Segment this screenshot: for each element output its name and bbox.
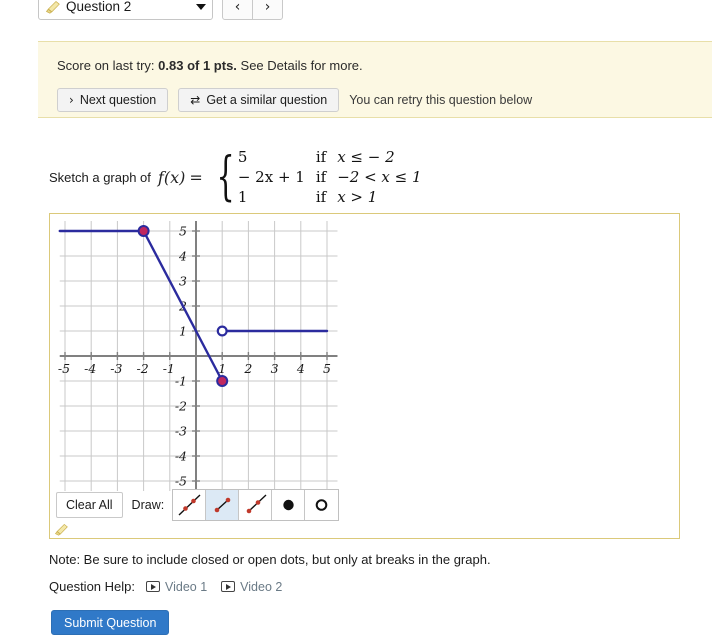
case-value-3: 1 (237, 188, 248, 206)
chevron-right-icon: › (69, 93, 74, 107)
score-suffix: See Details for more. (236, 58, 363, 73)
case-condition-2: −2 < x ≤ 1 (337, 168, 422, 186)
chevron-down-icon (196, 4, 206, 10)
retry-note: You can retry this question below (349, 93, 533, 107)
prompt-lead-text: Sketch a graph of (49, 169, 151, 185)
svg-text:5: 5 (323, 361, 331, 376)
question-navigation-bar: Question 2 ‹ › (0, 0, 712, 26)
open-dot-icon (315, 499, 328, 511)
video-link-2-label: Video 2 (240, 579, 283, 594)
case-value-1: 5 (237, 148, 248, 166)
previous-question-button[interactable]: ‹ (222, 0, 253, 20)
score-banner: Score on last try: 0.83 of 1 pts. See De… (38, 41, 712, 118)
svg-text:4: 4 (178, 249, 187, 264)
video-link-1[interactable]: Video 1 (146, 580, 207, 594)
svg-text:-2: -2 (175, 399, 187, 414)
draw-label: Draw: (131, 498, 165, 512)
next-question-action-button[interactable]: › Next question (57, 88, 169, 112)
submit-question-button[interactable]: Submit Question (51, 610, 170, 635)
function-name: f(x) (157, 167, 186, 187)
score-value: 0.83 of 1 pts. (158, 58, 237, 73)
closed-dot-tool-button[interactable] (272, 490, 306, 520)
left-brace: { (216, 147, 235, 207)
case-if-3: if (315, 188, 327, 206)
svg-text:-1: -1 (175, 374, 187, 389)
line-icon (178, 494, 201, 516)
next-question-action-label: Next question (79, 93, 157, 107)
next-question-button[interactable]: › (252, 0, 283, 20)
svg-text:-3: -3 (175, 424, 187, 439)
get-similar-question-button[interactable]: ⇄ Get a similar question (178, 88, 340, 112)
score-prefix: Score on last try: (57, 58, 159, 73)
svg-text:3: 3 (179, 274, 187, 289)
clear-all-label: Clear All (66, 498, 113, 512)
video-icon (221, 581, 236, 592)
case-condition-1: x ≤ − 2 (337, 148, 395, 166)
equals-sign: = (189, 167, 203, 187)
score-text: Score on last try: 0.83 of 1 pts. See De… (57, 58, 363, 73)
case-value-2: − 2x + 1 (237, 168, 305, 186)
svg-text:1: 1 (179, 324, 187, 339)
svg-text:2: 2 (243, 361, 252, 376)
piecewise-cases: 5 if x ≤ − 2 − 2x + 1 if −2 < x ≤ 1 1 if… (238, 148, 422, 206)
chevron-left-icon: ‹ (234, 0, 241, 15)
question-help: Question Help: Video 1 Video 2 (49, 579, 296, 594)
svg-text:5: 5 (179, 224, 187, 239)
svg-text:-4: -4 (84, 361, 96, 376)
svg-text:-5: -5 (175, 474, 187, 489)
open-dot-tool-button[interactable] (305, 490, 339, 520)
draw-tool-group (172, 489, 340, 521)
segment-tool-button[interactable] (206, 490, 240, 520)
video-link-2[interactable]: Video 2 (221, 580, 282, 594)
get-similar-question-label: Get a similar question (206, 93, 328, 107)
svg-text:-2: -2 (137, 361, 149, 376)
segment-icon (214, 497, 231, 513)
video-icon (146, 581, 160, 592)
case-if-1: if (315, 148, 327, 166)
ray-tool-button[interactable] (239, 490, 273, 520)
case-condition-3: x > 1 (337, 188, 378, 206)
graph-note: Note: Be sure to include closed or open … (49, 552, 491, 567)
panel-checkmark-icon (54, 523, 68, 536)
svg-text:4: 4 (296, 361, 305, 376)
filled-dot-icon (283, 499, 294, 511)
draw-toolbar: Clear All Draw: (56, 489, 340, 521)
svg-text:-5: -5 (58, 361, 70, 376)
clear-all-button[interactable]: Clear All (56, 492, 123, 518)
svg-text:-4: -4 (175, 449, 187, 464)
line-tool-button[interactable] (173, 490, 207, 520)
ray-icon (246, 494, 267, 514)
question-help-label: Question Help: (49, 579, 135, 594)
question-prompt: Sketch a graph of f(x) = { 5 if x ≤ − 2 … (49, 148, 422, 206)
case-if-2: if (315, 168, 327, 186)
svg-text:-1: -1 (163, 361, 175, 376)
refresh-icon: ⇄ (190, 93, 201, 107)
video-link-1-label: Video 1 (165, 579, 208, 594)
submit-question-label: Submit Question (64, 615, 157, 630)
pencil-check-icon (45, 1, 60, 14)
svg-text:3: 3 (271, 361, 279, 376)
banner-actions: › Next question ⇄ Get a similar question… (57, 88, 532, 112)
chevron-right-icon: › (264, 0, 271, 15)
question-selector-label: Question 2 (66, 0, 132, 14)
question-selector-dropdown[interactable]: Question 2 (38, 0, 213, 20)
svg-text:-3: -3 (110, 361, 122, 376)
